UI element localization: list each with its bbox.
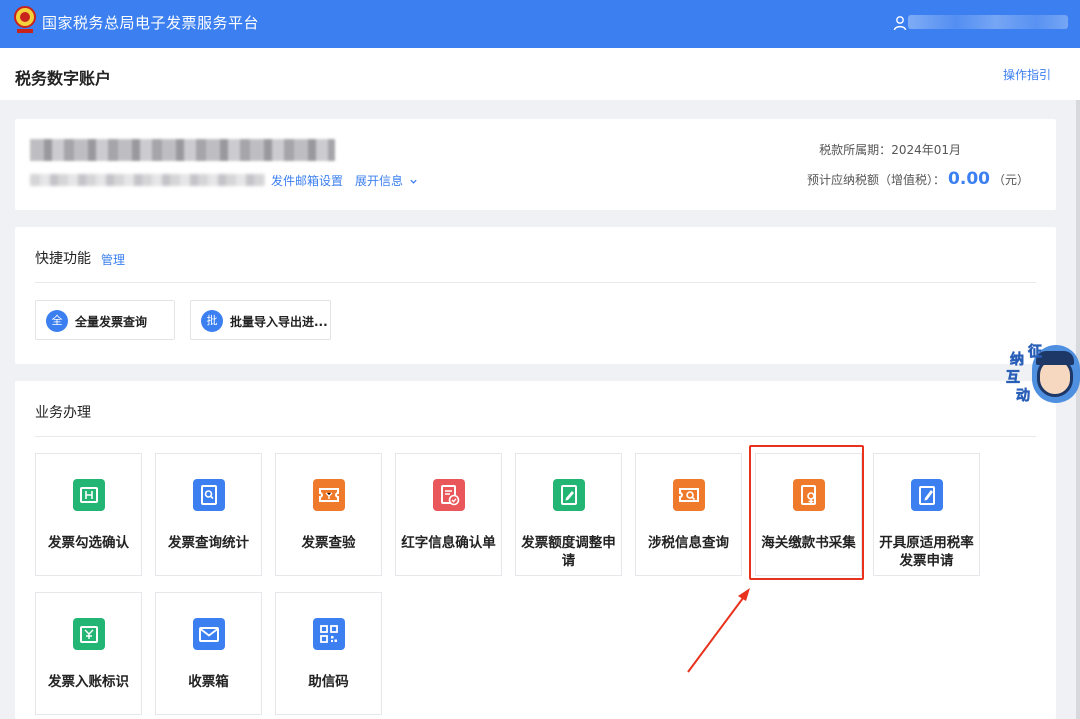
tile-label: 助信码 <box>308 674 349 690</box>
tile-label: 发票查询统计 <box>168 535 249 551</box>
top-bar: 国家税务总局电子发票服务平台 <box>0 0 1080 48</box>
app-title: 国家税务总局电子发票服务平台 <box>42 14 260 32</box>
expand-info-label: 展开信息 <box>355 174 404 188</box>
expand-info-link[interactable]: 展开信息 <box>355 172 418 189</box>
tile-label: 涉税信息查询 <box>648 535 729 551</box>
estimated-tax-unit: （元） <box>992 173 1029 187</box>
account-card: 发件邮箱设置 展开信息 税款所属期：2024年01月 预计应纳税额（增值税）： 0… <box>15 119 1056 210</box>
tile-tax-info-search[interactable]: 涉税信息查询 <box>635 453 742 576</box>
estimated-tax: 预计应纳税额（增值税）： 0.00 （元） <box>807 169 1029 189</box>
mascot-char: 动 <box>1016 388 1031 405</box>
tile-label: 发票入账标识 <box>48 674 129 690</box>
tile-label: 发票查验 <box>301 535 356 551</box>
mascot-char: 征 <box>1028 344 1043 361</box>
scrollbar[interactable] <box>1076 100 1080 719</box>
tile-original-rate-invoice[interactable]: 开具原适用税率发票申请 <box>873 453 980 576</box>
quick-badge: 批 <box>201 310 223 332</box>
tile-qr-code[interactable]: 助信码 <box>275 592 382 715</box>
estimated-tax-amount: 0.00 <box>948 169 990 189</box>
tile-invoice-verify[interactable]: 发票查验 <box>275 453 382 576</box>
mascot-char: 纳 <box>1010 352 1025 369</box>
quota-adjust-icon <box>553 479 585 511</box>
business-card: 业务办理 发票勾选确认 发票查询统计 发票查验 红字信息确认单 发票额度调整申请 <box>15 381 1056 719</box>
sub-header: 税务数字账户 操作指引 <box>0 48 1080 100</box>
tile-inbox[interactable]: 收票箱 <box>155 592 262 715</box>
tile-label: 发票勾选确认 <box>48 535 129 551</box>
tile-label: 红字信息确认单 <box>401 535 496 551</box>
tile-label: 开具原适用税率发票申请 <box>879 535 974 569</box>
tile-invoice-search[interactable]: 发票查询统计 <box>155 453 262 576</box>
quick-label: 全量发票查询 <box>75 315 148 329</box>
tile-label: 发票额度调整申请 <box>521 535 616 569</box>
quick-batch-import-export-button[interactable]: 批 批量导入导出进... <box>190 300 331 340</box>
original-rate-invoice-icon <box>911 479 943 511</box>
inbox-mail-icon <box>193 618 225 650</box>
quick-full-invoice-query-button[interactable]: 全 全量发票查询 <box>35 300 175 340</box>
quick-functions-title: 快捷功能 <box>35 251 91 267</box>
divider <box>35 282 1036 283</box>
tax-id-redacted <box>30 174 265 186</box>
user-name-redacted[interactable] <box>908 15 1068 29</box>
invoice-accounting-icon <box>73 618 105 650</box>
tile-customs-payment[interactable]: 海关缴款书采集 <box>755 453 862 576</box>
quick-label: 批量导入导出进... <box>230 315 328 329</box>
tax-period-label: 税款所属期： <box>819 143 892 157</box>
tax-info-search-icon <box>673 479 705 511</box>
tile-invoice-check[interactable]: 发票勾选确认 <box>35 453 142 576</box>
interaction-mascot-widget[interactable]: 征 纳 互 动 <box>1004 343 1080 407</box>
email-settings-link[interactable]: 发件邮箱设置 <box>271 172 343 189</box>
user-icon[interactable] <box>893 15 907 31</box>
mascot-char: 互 <box>1006 370 1021 387</box>
quick-functions-card: 快捷功能 管理 全 全量发票查询 批 批量导入导出进... <box>15 227 1056 364</box>
company-name-redacted <box>30 139 335 161</box>
tile-label: 收票箱 <box>188 674 229 690</box>
tax-period-value: 2024年01月 <box>891 143 961 157</box>
manage-link[interactable]: 管理 <box>101 251 125 268</box>
business-title: 业务办理 <box>35 405 91 421</box>
guide-link[interactable]: 操作指引 <box>1003 66 1051 83</box>
divider <box>35 436 1036 437</box>
qr-code-icon <box>313 618 345 650</box>
page-title: 税务数字账户 <box>15 69 112 88</box>
tax-emblem-icon <box>14 6 36 33</box>
tile-invoice-accounting[interactable]: 发票入账标识 <box>35 592 142 715</box>
quick-badge: 全 <box>46 310 68 332</box>
invoice-search-icon <box>193 479 225 511</box>
tile-red-letter-confirm[interactable]: 红字信息确认单 <box>395 453 502 576</box>
invoice-verify-icon <box>313 479 345 511</box>
red-letter-confirm-icon <box>433 479 465 511</box>
tile-label: 海关缴款书采集 <box>761 535 856 551</box>
customs-payment-icon <box>793 479 825 511</box>
estimated-tax-label: 预计应纳税额（增值税）： <box>807 173 946 187</box>
invoice-check-icon <box>73 479 105 511</box>
tile-quota-adjust[interactable]: 发票额度调整申请 <box>515 453 622 576</box>
chevron-down-icon <box>410 179 417 184</box>
tax-period: 税款所属期：2024年01月 <box>819 141 961 158</box>
